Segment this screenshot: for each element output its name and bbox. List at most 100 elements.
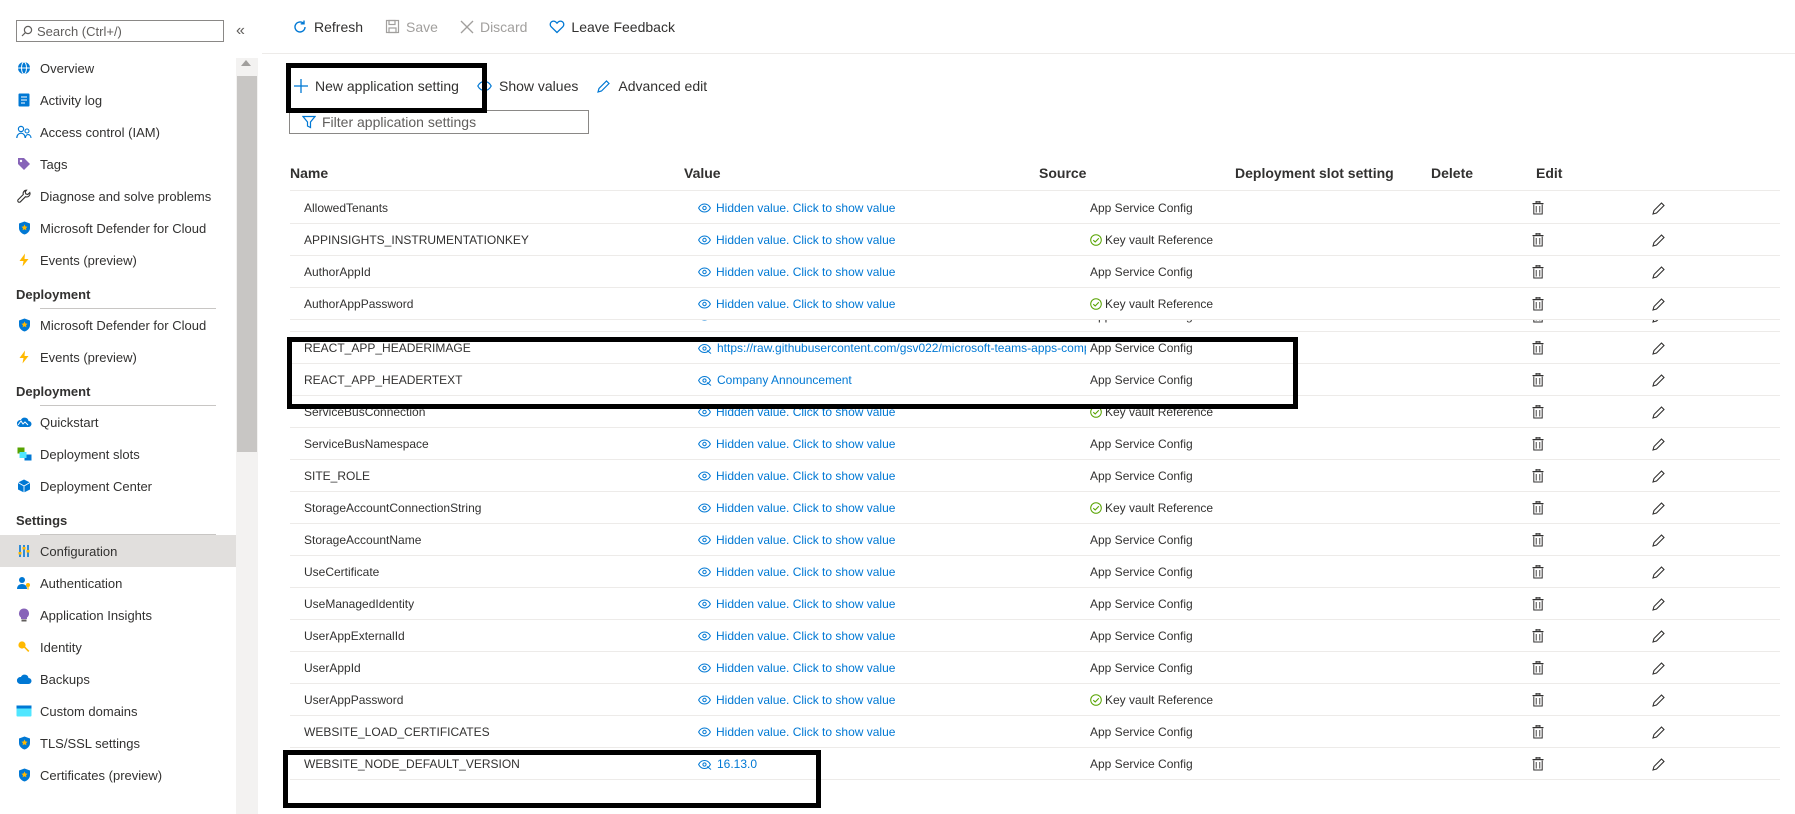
delete-setting-button[interactable] (1526, 524, 1550, 556)
edit-setting-button[interactable] (1646, 256, 1670, 288)
sidebar-item-certificates-preview[interactable]: Certificates (preview) (0, 759, 236, 791)
delete-setting-button[interactable] (1526, 256, 1550, 288)
delete-setting-button[interactable] (1526, 460, 1550, 492)
delete-setting-button[interactable] (1526, 224, 1550, 256)
setting-value-text[interactable]: 16.13.0 (717, 757, 757, 771)
sidebar-item-authentication[interactable]: Authentication (0, 567, 236, 599)
edit-setting-button[interactable] (1646, 320, 1670, 331)
sidebar-item-deployment-slots[interactable]: Deployment slots (0, 438, 236, 470)
setting-value-text[interactable]: Hidden value. Click to show value (716, 725, 895, 739)
setting-value-text[interactable]: https://raw.githubusercontent.com/gsv022… (717, 341, 1086, 355)
sidebar-item-activity-log[interactable]: Activity log (0, 84, 236, 116)
sidebar-item-microsoft-defender-for-cloud[interactable]: Microsoft Defender for Cloud (0, 309, 236, 341)
refresh-button[interactable]: Refresh (292, 19, 363, 35)
edit-setting-button[interactable] (1646, 716, 1670, 748)
leave-feedback-button[interactable]: Leave Feedback (549, 19, 675, 35)
setting-value-link[interactable]: Hidden value. Click to show value (698, 460, 1086, 492)
filter-settings-input[interactable]: Filter application settings (289, 110, 589, 134)
edit-setting-button[interactable] (1646, 192, 1670, 224)
edit-setting-button[interactable] (1646, 364, 1670, 396)
setting-value-text[interactable]: Hidden value. Click to show value (716, 629, 895, 643)
delete-setting-button[interactable] (1526, 428, 1550, 460)
show-values-button[interactable]: Show values (477, 78, 578, 94)
sidebar-item-identity[interactable]: Identity (0, 631, 236, 663)
setting-value-text[interactable]: Hidden value. Click to show value (716, 661, 895, 675)
edit-setting-button[interactable] (1646, 556, 1670, 588)
setting-value-link[interactable]: 16.13.0 (698, 748, 1086, 780)
delete-setting-button[interactable] (1526, 288, 1550, 320)
sidebar-item-configuration[interactable]: Configuration (0, 535, 236, 567)
setting-value-link[interactable]: Hidden value. Click to show value (698, 620, 1086, 652)
setting-value-text[interactable]: Hidden value. Click to show value (716, 297, 895, 311)
column-header-name[interactable]: Name (290, 165, 328, 181)
sidebar-item-events-preview[interactable]: Events (preview) (0, 244, 236, 276)
delete-setting-button[interactable] (1526, 588, 1550, 620)
menu-search-input[interactable]: Search (Ctrl+/) (16, 20, 224, 42)
menu-scrollbar-thumb[interactable] (237, 76, 257, 452)
edit-setting-button[interactable] (1646, 288, 1670, 320)
setting-value-link[interactable]: Hidden value. Click to show value (698, 428, 1086, 460)
sidebar-item-application-insights[interactable]: Application Insights (0, 599, 236, 631)
delete-setting-button[interactable] (1526, 620, 1550, 652)
edit-setting-button[interactable] (1646, 588, 1670, 620)
delete-setting-button[interactable] (1526, 332, 1550, 364)
setting-value-text[interactable]: Hidden value. Click to show value (716, 597, 895, 611)
sidebar-item-overview[interactable]: Overview (0, 52, 236, 84)
setting-value-text[interactable]: Hidden value. Click to show value (716, 265, 895, 279)
sidebar-item-diagnose-and-solve-problems[interactable]: Diagnose and solve problems (0, 180, 236, 212)
sidebar-item-events-preview[interactable]: Events (preview) (0, 341, 236, 373)
delete-setting-button[interactable] (1526, 716, 1550, 748)
setting-value-link[interactable]: Hidden value. Click to show value (698, 256, 1086, 288)
setting-value-text[interactable]: Hidden value. Click to show value (716, 320, 895, 323)
discard-button[interactable]: Discard (460, 19, 527, 35)
setting-value-link[interactable]: Hidden value. Click to show value (698, 684, 1086, 716)
setting-value-link[interactable]: Hidden value. Click to show value (698, 716, 1086, 748)
delete-setting-button[interactable] (1526, 320, 1550, 331)
sidebar-item-quickstart[interactable]: Quickstart (0, 406, 236, 438)
setting-value-text[interactable]: Hidden value. Click to show value (716, 437, 895, 451)
delete-setting-button[interactable] (1526, 748, 1550, 780)
sidebar-item-tags[interactable]: Tags (0, 148, 236, 180)
setting-value-text[interactable]: Hidden value. Click to show value (716, 533, 895, 547)
delete-setting-button[interactable] (1526, 652, 1550, 684)
delete-setting-button[interactable] (1526, 364, 1550, 396)
setting-value-link[interactable]: Hidden value. Click to show value (698, 492, 1086, 524)
setting-value-text[interactable]: Company Announcement (717, 373, 852, 387)
setting-value-link[interactable]: Hidden value. Click to show value (698, 288, 1086, 320)
edit-setting-button[interactable] (1646, 396, 1670, 428)
delete-setting-button[interactable] (1526, 556, 1550, 588)
sidebar-item-tls-ssl-settings[interactable]: TLS/SSL settings (0, 727, 236, 759)
scroll-up-arrow-icon[interactable] (241, 60, 251, 66)
edit-setting-button[interactable] (1646, 332, 1670, 364)
delete-setting-button[interactable] (1526, 684, 1550, 716)
setting-value-link[interactable]: Hidden value. Click to show value (698, 396, 1086, 428)
setting-value-link[interactable]: Company Announcement (698, 364, 1086, 396)
setting-value-text[interactable]: Hidden value. Click to show value (716, 405, 895, 419)
edit-setting-button[interactable] (1646, 620, 1670, 652)
column-header-source[interactable]: Source (1039, 165, 1086, 181)
setting-value-link[interactable]: Hidden value. Click to show value (698, 320, 1086, 331)
setting-value-link[interactable]: Hidden value. Click to show value (698, 588, 1086, 620)
setting-value-link[interactable]: Hidden value. Click to show value (698, 652, 1086, 684)
edit-setting-button[interactable] (1646, 460, 1670, 492)
save-button[interactable]: Save (385, 19, 438, 35)
edit-setting-button[interactable] (1646, 524, 1670, 556)
sidebar-item-custom-domains[interactable]: Custom domains (0, 695, 236, 727)
sidebar-item-microsoft-defender-for-cloud[interactable]: Microsoft Defender for Cloud (0, 212, 236, 244)
setting-value-link[interactable]: Hidden value. Click to show value (698, 192, 1086, 224)
edit-setting-button[interactable] (1646, 748, 1670, 780)
delete-setting-button[interactable] (1526, 192, 1550, 224)
sidebar-item-access-control-iam[interactable]: Access control (IAM) (0, 116, 236, 148)
collapse-menu-button[interactable]: « (236, 22, 245, 40)
advanced-edit-button[interactable]: Advanced edit (596, 78, 707, 94)
setting-value-link[interactable]: https://raw.githubusercontent.com/gsv022… (698, 332, 1086, 364)
delete-setting-button[interactable] (1526, 396, 1550, 428)
delete-setting-button[interactable] (1526, 492, 1550, 524)
setting-value-text[interactable]: Hidden value. Click to show value (716, 565, 895, 579)
sidebar-item-backups[interactable]: Backups (0, 663, 236, 695)
new-application-setting-button[interactable]: New application setting (294, 78, 459, 94)
column-header-slot-setting[interactable]: Deployment slot setting (1235, 165, 1394, 181)
edit-setting-button[interactable] (1646, 684, 1670, 716)
edit-setting-button[interactable] (1646, 492, 1670, 524)
edit-setting-button[interactable] (1646, 428, 1670, 460)
